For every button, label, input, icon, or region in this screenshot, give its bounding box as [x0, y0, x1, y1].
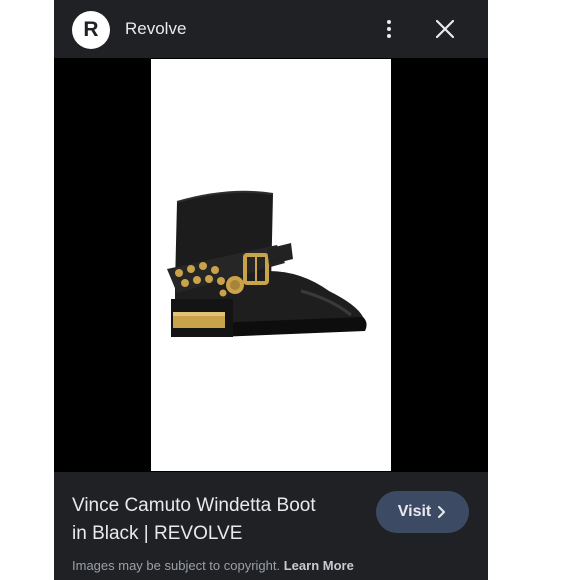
copyright-text: Images may be subject to copyright.	[72, 558, 281, 573]
visit-button[interactable]: Visit	[376, 491, 469, 533]
product-title-line2: in Black | REVOLVE	[72, 523, 243, 544]
boot-image	[167, 190, 367, 337]
copyright-notice: Images may be subject to copyright. Lear…	[72, 558, 354, 573]
product-image[interactable]	[151, 59, 391, 471]
more-vert-icon	[387, 20, 391, 24]
image-info-panel: Vince Camuto Windetta Boot in Black | RE…	[54, 472, 488, 580]
close-icon	[435, 19, 455, 39]
close-button[interactable]	[430, 14, 460, 44]
image-stage	[54, 58, 488, 472]
site-name[interactable]: Revolve	[125, 19, 186, 39]
learn-more-link[interactable]: Learn More	[284, 558, 354, 573]
visit-button-label: Visit	[397, 503, 432, 520]
product-title-line1: Vince Camuto Windetta Boot	[72, 495, 316, 516]
more-options-button[interactable]	[376, 14, 402, 44]
image-viewer: R Revolve Vince Camuto Windetta Boot in …	[54, 0, 488, 580]
viewer-header: R Revolve	[54, 0, 488, 58]
site-logo[interactable]: R	[72, 11, 110, 49]
chevron-right-icon	[438, 506, 446, 518]
product-title[interactable]: Vince Camuto Windetta Boot in Black | RE…	[72, 492, 362, 548]
